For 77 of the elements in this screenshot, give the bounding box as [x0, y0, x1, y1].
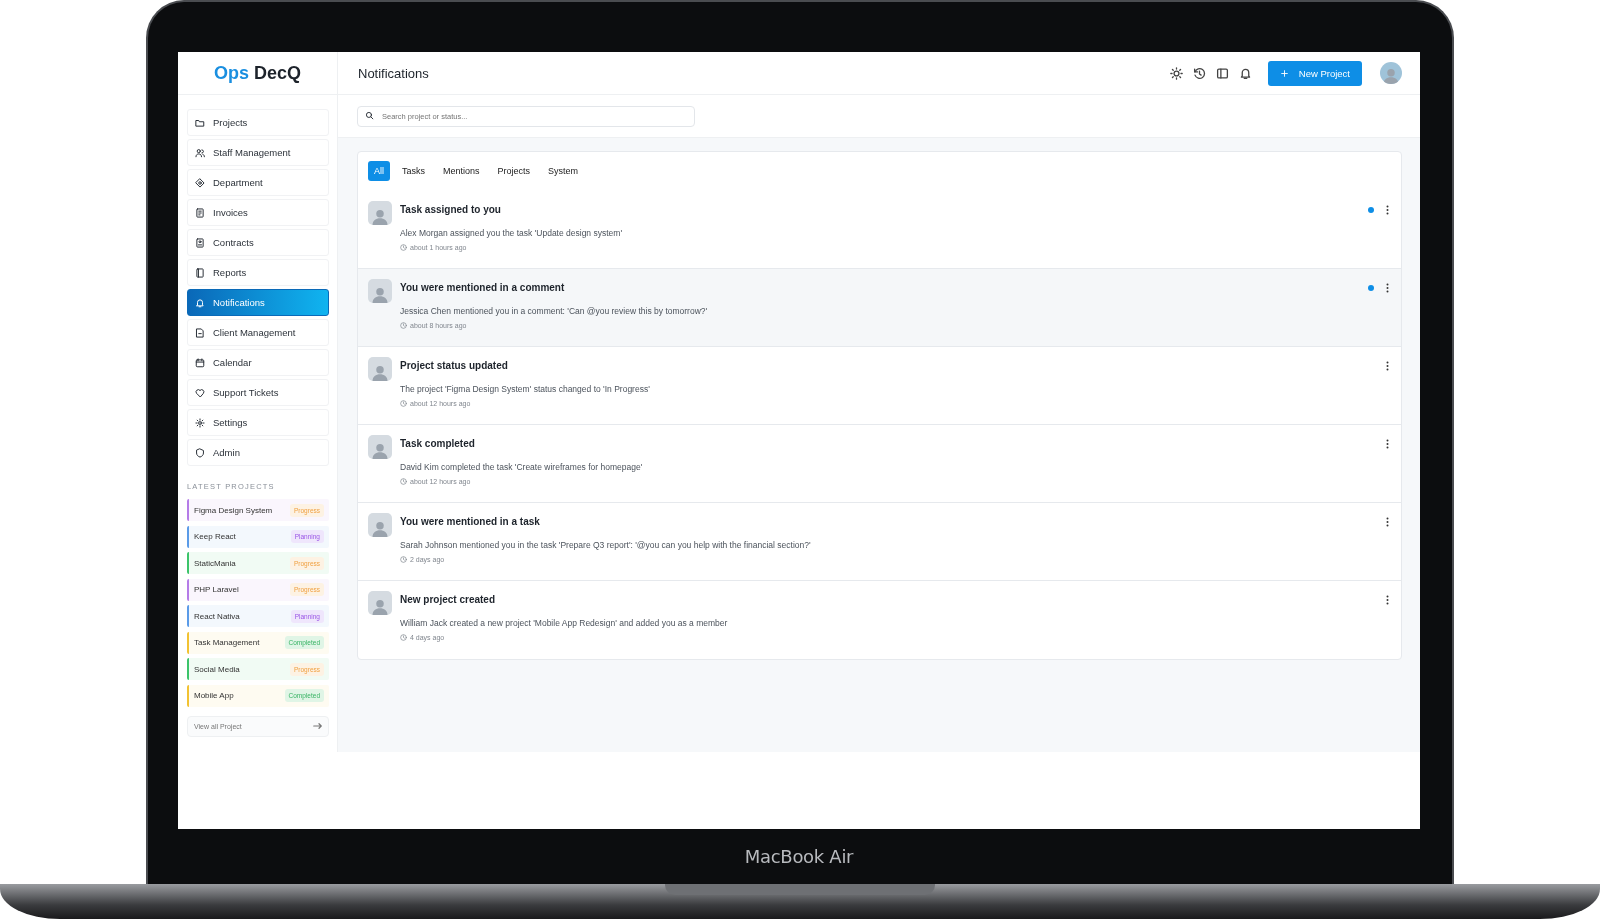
clock-icon: [400, 244, 407, 251]
person-silhouette-icon: [371, 441, 389, 459]
calendar-icon: [195, 357, 205, 368]
sidebar-item[interactable]: Settings: [187, 409, 329, 436]
person-silhouette-icon: [371, 519, 389, 537]
clock-icon: [400, 634, 407, 641]
project-name: React Nativa: [194, 611, 240, 621]
user-avatar[interactable]: [1380, 62, 1402, 84]
notification-title: Task assigned to you: [400, 204, 502, 215]
clock-icon: [400, 400, 407, 407]
notification-title: Task completed: [400, 438, 476, 449]
filter-tab[interactable]: Projects: [491, 161, 537, 181]
book-icon: [195, 267, 205, 278]
document-icon: [195, 207, 205, 218]
person-silhouette-icon: [1382, 66, 1400, 84]
history-icon[interactable]: [1192, 66, 1206, 80]
filter-tab[interactable]: Tasks: [396, 161, 432, 181]
clock-icon: [400, 322, 407, 329]
plus-icon: [1279, 68, 1289, 78]
bell-icon[interactable]: [1238, 66, 1252, 80]
notification-message: David Kim completed the task 'Create wireframes for homepage': [400, 462, 644, 472]
project-name: Social Media: [194, 664, 240, 674]
project-name: PHP Laravel: [194, 585, 239, 594]
project-name: Figma Design System: [194, 505, 273, 515]
users-icon: [195, 147, 205, 158]
document-icon: [195, 327, 205, 338]
more-options-icon[interactable]: [1386, 595, 1389, 605]
person-silhouette-icon: [371, 285, 389, 303]
arrow-right-icon: [313, 723, 322, 729]
sidebar-item[interactable]: Calendar: [187, 349, 329, 376]
notification-title: You were mentioned in a task: [400, 516, 541, 527]
project-name: Task Management: [194, 638, 260, 647]
person-silhouette-icon: [371, 363, 389, 381]
sidebar-item[interactable]: Invoices: [187, 199, 329, 226]
person-silhouette-icon: [371, 207, 389, 225]
filter-tab[interactable]: System: [542, 161, 585, 181]
sidebar-item[interactable]: Projects: [187, 109, 329, 136]
clock-icon: [400, 556, 407, 563]
notification-message: Alex Morgan assigned you the task 'Update design system': [400, 228, 623, 238]
document-icon: [195, 237, 205, 248]
project-name: Mobile App: [194, 691, 234, 700]
heart-icon: [195, 387, 205, 398]
person-silhouette-icon: [371, 597, 389, 615]
sidebar-item[interactable]: Reports: [187, 259, 329, 286]
notification-title: Project status updated: [400, 360, 509, 371]
sidebar-item[interactable]: Staff Management: [187, 139, 329, 166]
sidebar-item[interactable]: Support Tickets: [187, 379, 329, 406]
project-name: StaticMania: [194, 558, 236, 568]
project-name: Keep React: [194, 532, 236, 541]
notification-message: Jessica Chen mentioned you in a comment: 'Can @you review this by tomorrow?': [400, 306, 709, 316]
more-options-icon[interactable]: [1386, 361, 1389, 371]
sidebar-item[interactable]: Contracts: [187, 229, 329, 256]
sidebar-panel-icon[interactable]: [1215, 66, 1229, 80]
clock-icon: [400, 478, 407, 485]
page-title: Notifications: [358, 65, 430, 81]
more-options-icon[interactable]: [1386, 439, 1389, 449]
sidebar-item[interactable]: Client Management: [187, 319, 329, 346]
notification-message: William Jack created a new project 'Mobile App Redesign' and added you as a member: [400, 618, 729, 628]
sidebar-item[interactable]: Admin: [187, 439, 329, 466]
notification-title: You were mentioned in a comment: [400, 282, 566, 293]
notification-title: New project created: [400, 594, 497, 605]
bell-icon: [195, 297, 205, 308]
sidebar-item[interactable]: Notifications: [187, 289, 329, 316]
sidebar-item[interactable]: Department: [187, 169, 329, 196]
shield-icon: [195, 447, 205, 458]
logo[interactable]: Ops DecQ: [213, 62, 302, 84]
more-options-icon[interactable]: [1386, 283, 1389, 293]
sun-icon[interactable]: [1169, 66, 1183, 80]
settings-icon: [195, 417, 205, 428]
filter-tab[interactable]: Mentions: [437, 161, 486, 181]
more-options-icon[interactable]: [1386, 205, 1389, 215]
diamond-icon: [195, 177, 205, 188]
more-options-icon[interactable]: [1386, 517, 1389, 527]
notification-message: The project 'Figma Design System' status changed to 'In Progress': [400, 384, 651, 394]
notification-message: Sarah Johnson mentioned you in the task 'Prepare Q3 report': '@you can you help with the financial section?': [400, 540, 812, 550]
folder-icon: [195, 117, 205, 128]
device-label: MacBook Air: [744, 846, 854, 867]
